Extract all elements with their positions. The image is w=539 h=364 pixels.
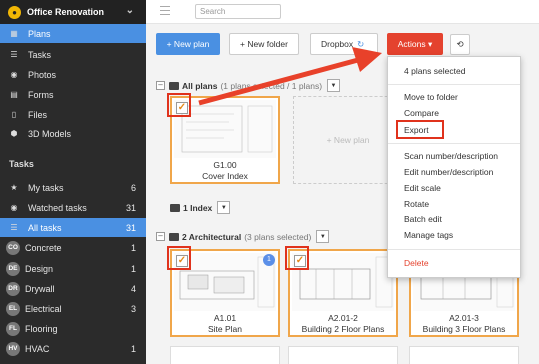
menu-item-batch-edit[interactable]: Batch edit: [404, 214, 442, 224]
menu-item-edit-number[interactable]: Edit number/description: [404, 167, 493, 177]
actions-dropdown: 4 plans selected Move to folder Compare …: [387, 56, 521, 278]
menu-divider: [388, 84, 520, 85]
export-highlight: [396, 120, 444, 139]
menu-item-manage-tags[interactable]: Manage tags: [404, 230, 453, 240]
arrow-head: [352, 47, 382, 72]
menu-item-delete[interactable]: Delete: [404, 258, 429, 268]
menu-item-rotate[interactable]: Rotate: [404, 199, 429, 209]
menu-item-move[interactable]: Move to folder: [404, 92, 458, 102]
menu-header: 4 plans selected: [404, 66, 466, 76]
menu-item-scan[interactable]: Scan number/description: [404, 151, 498, 161]
menu-divider: [388, 249, 520, 250]
arrow-line: [198, 57, 359, 106]
menu-divider: [388, 143, 520, 144]
menu-item-compare[interactable]: Compare: [404, 108, 439, 118]
menu-item-edit-scale[interactable]: Edit scale: [404, 183, 441, 193]
